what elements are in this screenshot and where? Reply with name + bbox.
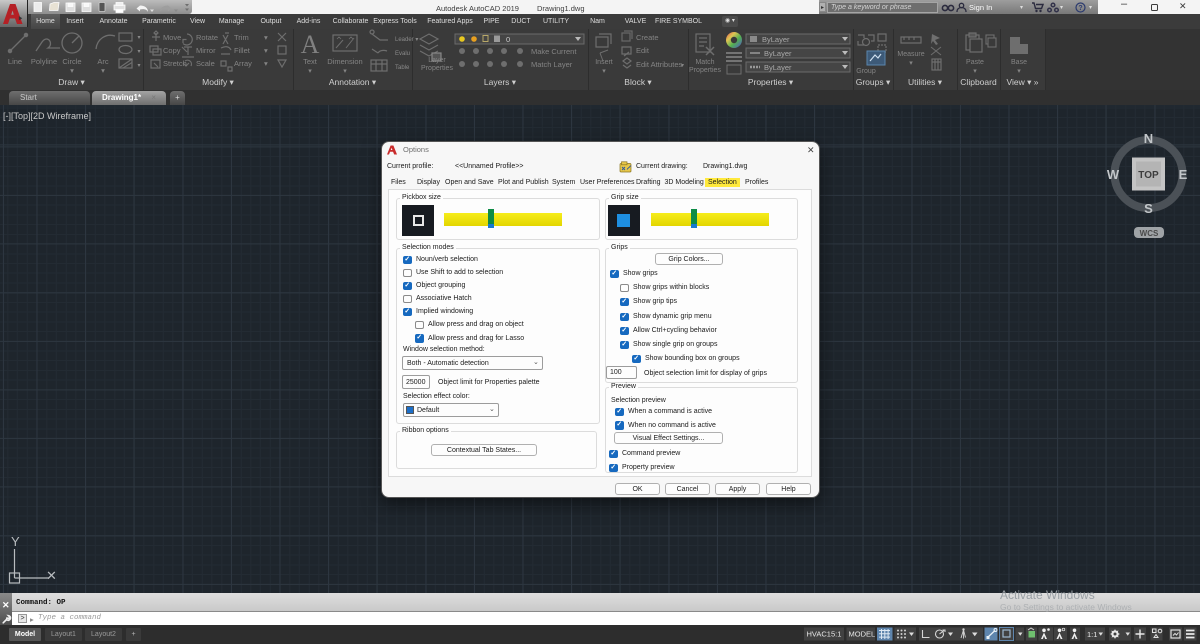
svg-text:▾: ▾ (137, 63, 140, 69)
svg-text:Make Current: Make Current (531, 47, 577, 56)
svg-text:Layer: Layer (428, 57, 446, 64)
svg-text:Properties: Properties (689, 67, 721, 74)
svg-text:Fillet: Fillet (234, 46, 251, 55)
svg-text:Stretch: Stretch (163, 59, 187, 68)
svg-text:Scale: Scale (196, 59, 215, 68)
svg-text:▾: ▾ (1017, 68, 1021, 75)
svg-text:▾: ▾ (973, 68, 977, 75)
svg-text:?: ? (1078, 5, 1082, 12)
svg-text:ByLayer: ByLayer (762, 35, 790, 44)
svg-text:▾: ▾ (264, 46, 268, 55)
svg-text:▾: ▾ (101, 66, 105, 75)
svg-text:▾: ▾ (137, 35, 140, 41)
svg-text:Line: Line (8, 57, 22, 66)
svg-text:Text: Text (303, 57, 318, 66)
svg-text:Edit: Edit (636, 46, 650, 55)
svg-text:HVAC15:1: HVAC15:1 (807, 630, 842, 639)
svg-text:Array: Array (234, 59, 252, 68)
svg-text:Rotate: Rotate (196, 33, 218, 42)
svg-text:E: E (1179, 167, 1188, 182)
svg-text:▾: ▾ (681, 63, 684, 69)
svg-text:Move: Move (163, 33, 181, 42)
svg-text:Group: Group (856, 68, 876, 75)
svg-text:Base: Base (1011, 59, 1027, 66)
svg-text:▾: ▾ (264, 33, 268, 42)
svg-text:Edit Attributes: Edit Attributes (636, 60, 683, 69)
svg-text:▾: ▾ (308, 68, 312, 75)
svg-text:▾: ▾ (264, 59, 268, 68)
svg-text:WCS: WCS (1140, 229, 1159, 238)
svg-text:Arc: Arc (97, 57, 109, 66)
svg-text:▾: ▾ (602, 68, 606, 75)
svg-text:▾: ▾ (909, 60, 913, 67)
svg-text:Paste: Paste (966, 59, 984, 66)
svg-text:Match: Match (695, 59, 714, 66)
svg-text:Circle: Circle (62, 57, 81, 66)
svg-text:▾: ▾ (70, 66, 74, 75)
svg-text:W: W (1107, 167, 1120, 182)
svg-text:N: N (1144, 131, 1153, 146)
svg-text:▾: ▾ (137, 49, 140, 55)
svg-text:Dimension: Dimension (327, 57, 362, 66)
svg-text:Evalu: Evalu (395, 51, 410, 57)
svg-text:ByLayer: ByLayer (764, 49, 792, 58)
svg-text:TOP: TOP (1138, 170, 1159, 181)
svg-text:Leader ▾: Leader ▾ (395, 37, 418, 43)
svg-text:Copy: Copy (163, 46, 181, 55)
svg-text:Y: Y (11, 534, 20, 549)
svg-text:S: S (1144, 201, 1153, 216)
svg-text:ByLayer: ByLayer (764, 63, 792, 72)
svg-text:▾: ▾ (343, 68, 347, 75)
svg-text:MODEL: MODEL (849, 630, 876, 639)
svg-text:Properties: Properties (421, 65, 453, 72)
svg-text:Match Layer: Match Layer (531, 60, 573, 69)
svg-text:Mirror: Mirror (196, 46, 216, 55)
svg-text:0: 0 (506, 35, 510, 44)
svg-text:1:1: 1:1 (1087, 630, 1097, 639)
svg-text:Measure: Measure (897, 51, 924, 58)
svg-text:Create: Create (636, 33, 659, 42)
svg-text:A: A (301, 30, 320, 59)
svg-text:Trim: Trim (234, 33, 249, 42)
svg-text:Insert: Insert (595, 59, 613, 66)
svg-text:✕: ✕ (46, 568, 57, 583)
svg-text:Polyline: Polyline (31, 57, 57, 66)
svg-text:Table: Table (395, 65, 410, 71)
